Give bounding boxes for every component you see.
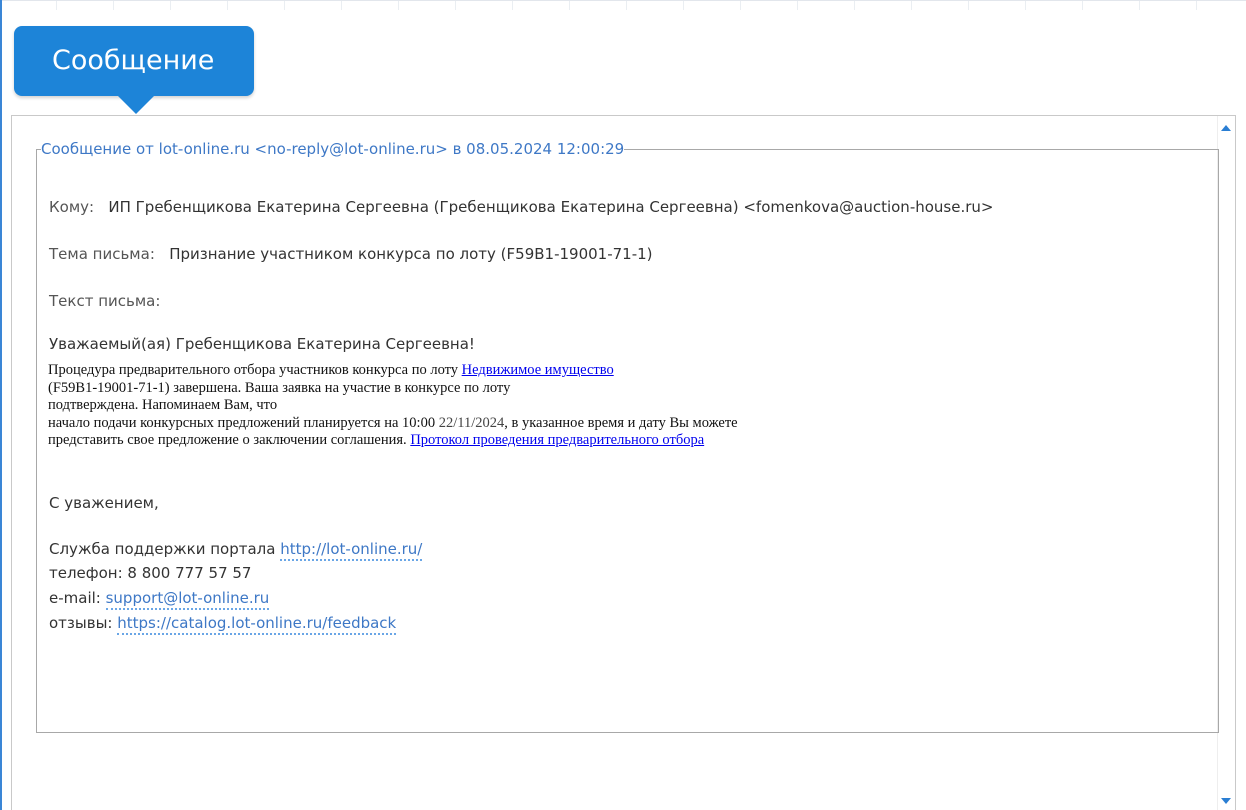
body-line-3: подтверждена. Напоминаем Вам, что bbox=[48, 397, 278, 413]
body-line-4: начало подачи конкурсных предложений пла… bbox=[48, 415, 738, 433]
email-label: e-mail: bbox=[49, 589, 106, 607]
protocol-link[interactable]: Протокол проведения предварительного отб… bbox=[410, 432, 704, 448]
body-label-row: Текст письма: bbox=[49, 292, 160, 310]
body-line-4-text: начало подачи конкурсных предложений пла… bbox=[48, 414, 439, 431]
support-text: Служба поддержки портала bbox=[49, 540, 281, 558]
scrollbar[interactable] bbox=[1217, 116, 1235, 810]
email-row: e-mail: support@lot-online.ru bbox=[49, 589, 270, 610]
body-line-1: Процедура предварительного отбора участн… bbox=[48, 362, 738, 380]
feedback-link[interactable]: https://catalog.lot-online.ru/feedback bbox=[117, 614, 397, 635]
support-email-link[interactable]: support@lot-online.ru bbox=[105, 589, 270, 610]
body-line-1-text: Процедура предварительного отбора участн… bbox=[48, 362, 462, 378]
subject-row: Тема письма: Признание участником конкур… bbox=[49, 245, 653, 263]
body-line-4-suffix: , в указанное время и дату Вы можете bbox=[504, 414, 738, 431]
lot-link[interactable]: Недвижимое имущество bbox=[462, 362, 614, 378]
message-fieldset: Сообщение от lot-online.ru <no-reply@lot… bbox=[36, 140, 1219, 733]
body-line-2: (F59B1-19001-71-1) завершена. Ваша заявк… bbox=[48, 379, 511, 396]
start-date: 22/11/2024 bbox=[438, 414, 505, 431]
subject-value: Признание участником конкурса по лоту (F… bbox=[169, 245, 653, 263]
closing: С уважением, bbox=[49, 494, 159, 512]
message-tab: Сообщение bbox=[14, 26, 254, 114]
phone-row: телефон: 8 800 777 57 57 bbox=[49, 564, 252, 582]
message-tab-title: Сообщение bbox=[52, 45, 215, 76]
feedback-label: отзывы: bbox=[49, 614, 118, 632]
window-edge bbox=[0, 0, 2, 810]
top-ruler bbox=[0, 0, 1246, 10]
body-label: Текст письма: bbox=[49, 292, 161, 310]
scroll-up-arrow-icon[interactable] bbox=[1221, 125, 1231, 131]
feedback-row: отзывы: https://catalog.lot-online.ru/fe… bbox=[49, 614, 397, 635]
message-header: Сообщение от lot-online.ru <no-reply@lot… bbox=[41, 140, 625, 158]
greeting: Уважаемый(ая) Гребенщикова Екатерина Сер… bbox=[49, 335, 475, 353]
subject-label: Тема письма: bbox=[49, 245, 155, 263]
body-line-5-text: представить свое предложение о заключени… bbox=[48, 432, 411, 448]
portal-link[interactable]: http://lot-online.ru/ bbox=[280, 540, 423, 561]
body-text: Процедура предварительного отбора участн… bbox=[48, 362, 738, 450]
support-row: Служба поддержки портала http://lot-onli… bbox=[49, 540, 423, 561]
recipient-label: Кому: bbox=[49, 198, 95, 216]
recipient-row: Кому: ИП Гребенщикова Екатерина Сергеевн… bbox=[49, 198, 993, 216]
body-line-5: представить свое предложение о заключени… bbox=[48, 432, 738, 450]
scroll-down-arrow-icon[interactable] bbox=[1221, 798, 1231, 804]
recipient-value: ИП Гребенщикова Екатерина Сергеевна (Гре… bbox=[108, 198, 994, 216]
message-panel: Сообщение от lot-online.ru <no-reply@lot… bbox=[11, 115, 1236, 810]
